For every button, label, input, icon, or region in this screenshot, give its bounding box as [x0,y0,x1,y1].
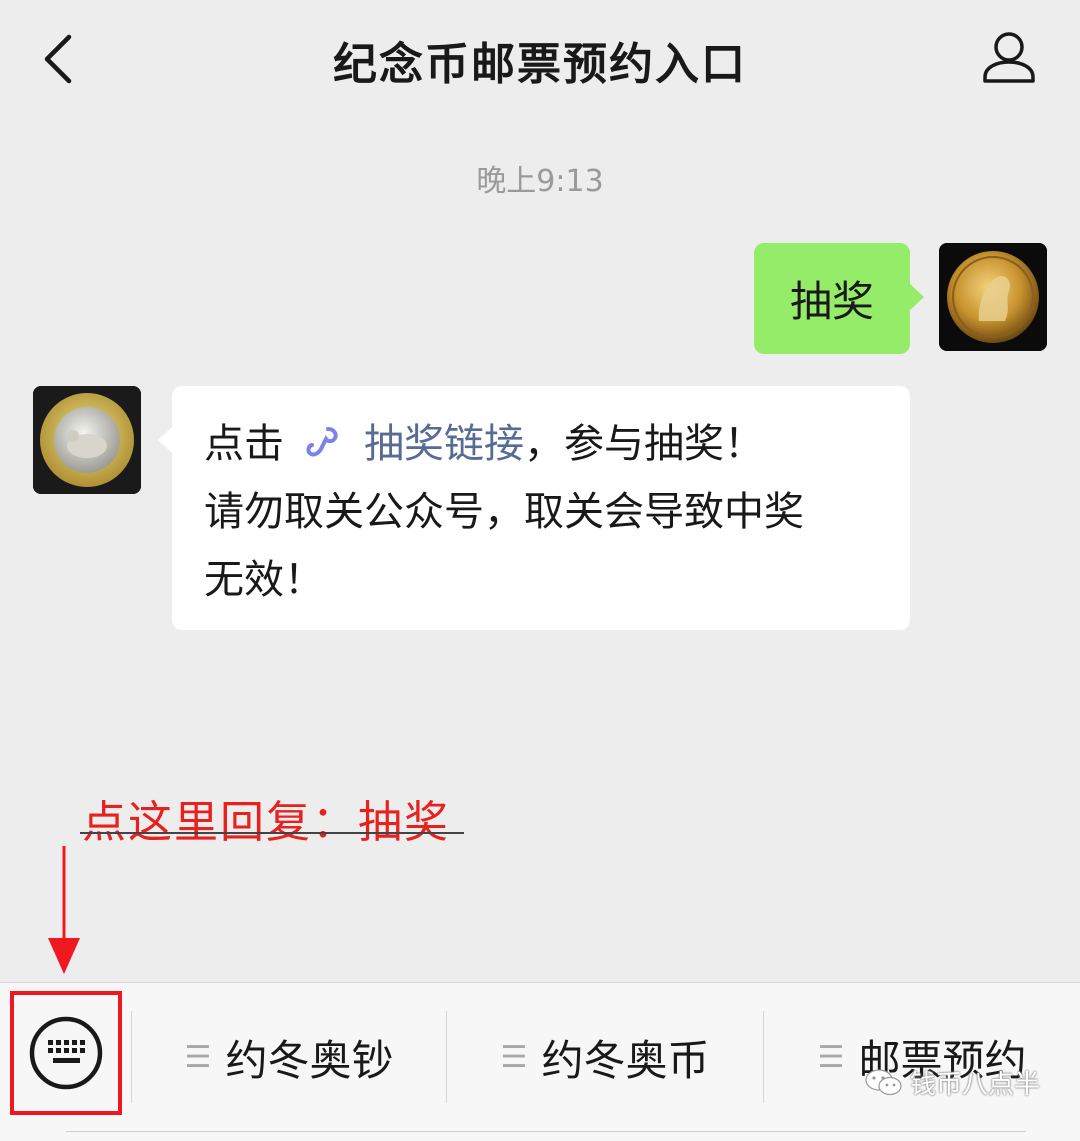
silver-coin-avatar-image [33,386,141,494]
keyboard-toggle-button[interactable] [10,991,122,1115]
reply-instruction-annotation: 点这里回复：抽奖 [82,797,450,848]
page-title: 纪念币邮票预约入口 [333,39,747,90]
message-timestamp: 晚上9:13 [476,164,604,199]
sent-message-bubble[interactable]: 抽奖 [754,243,924,354]
received-message-bubble: 点击 抽奖链接，参与抽奖！ 请勿取关公众号，取关会导致中奖 无效！ [158,386,910,630]
message-line-1: 点击 抽奖链接，参与抽奖！ [204,410,880,478]
person-icon [983,32,1035,83]
sent-message-text: 抽奖 [789,277,874,326]
annotation-underline [80,832,464,834]
profile-button[interactable] [974,22,1044,92]
mini-program-icon [304,416,344,457]
header: 纪念币邮票预约入口 [0,0,1080,118]
bottom-divider [66,1131,1026,1132]
message-line-3: 无效！ [204,557,324,603]
bottom-menu-bar: ☰ 约冬奥钞 ☰ 约冬奥币 ☰ 邮票预约 [0,982,1080,1141]
menu-item-label: 约冬奥币 [541,1035,710,1085]
menu-lines-icon: ☰ [817,1039,845,1075]
menu-item-label: 约冬奥钞 [225,1035,394,1085]
red-arrow-down-icon [48,846,80,974]
participate-text: ，参与抽奖！ [524,421,764,467]
message-line-2: 请勿取关公众号，取关会导致中奖 [204,489,804,535]
menu-lines-icon: ☰ [184,1039,212,1075]
user-avatar[interactable] [939,243,1047,351]
gold-coin-avatar-image [939,243,1047,351]
menu-item-coin-reservation[interactable]: ☰ 约冬奥币 [447,1011,763,1103]
official-account-avatar[interactable] [33,386,141,494]
lottery-link[interactable]: 抽奖链接 [364,421,524,467]
account-watermark: 钱币八点半 [864,1064,1040,1101]
menu-item-banknote-reservation[interactable]: ☰ 约冬奥钞 [132,1011,446,1103]
watermark-text: 钱币八点半 [910,1070,1041,1100]
wechat-logo-icon [865,1068,902,1095]
click-prefix-text: 点击 [204,421,284,467]
keyboard-icon [29,1016,103,1090]
menu-lines-icon: ☰ [500,1039,528,1075]
